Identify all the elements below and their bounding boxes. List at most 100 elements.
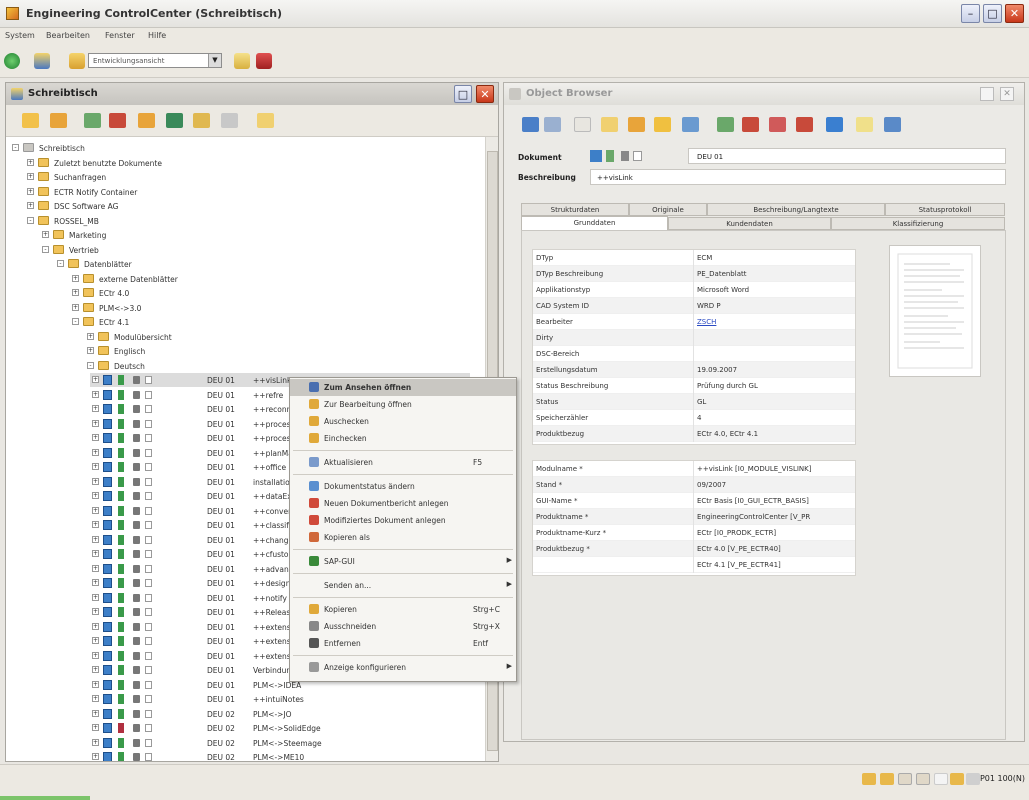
context-menu-item[interactable]: Neuen Dokumentbericht anlegen [290, 495, 516, 512]
expand-icon[interactable]: + [92, 593, 99, 601]
panel-restore-button[interactable] [980, 87, 994, 101]
document-new-icon[interactable] [769, 117, 786, 132]
collapse-icon[interactable]: - [57, 260, 64, 267]
folder-open-icon[interactable] [22, 113, 39, 128]
expand-icon[interactable]: + [92, 724, 99, 731]
grid-row[interactable]: GUI-Name * ECtr Basis [I0_GUI_ECTR_BASIS] [533, 493, 855, 509]
expand-icon[interactable]: + [92, 637, 99, 644]
grid-row[interactable]: Produktbezug ECtr 4.0, ECtr 4.1 [533, 426, 855, 442]
expand-icon[interactable]: + [27, 173, 34, 180]
context-menu-item[interactable]: Einchecken [290, 430, 516, 447]
cart-icon[interactable] [256, 53, 272, 69]
copy-icon[interactable] [717, 117, 734, 132]
grid-row[interactable]: Modulname * ++visLink [I0_MODULE_VISLINK] [533, 461, 855, 477]
panel-close-button[interactable]: ✕ [1000, 87, 1014, 101]
context-menu-item[interactable]: Kopieren Strg+C [290, 601, 516, 618]
expand-icon[interactable]: + [92, 709, 99, 717]
beschreibung-field[interactable]: ++visLink [590, 169, 1006, 185]
grid-row[interactable]: DTyp ECM [533, 250, 855, 266]
grid-row[interactable]: Produktname * EngineeringControlCenter [V… [533, 509, 855, 525]
menu-fenster[interactable]: Fenster [105, 31, 135, 40]
document-row[interactable]: + DEU 02 PLM<->ME10 [90, 750, 470, 761]
document-preview[interactable] [889, 245, 981, 377]
context-menu-item[interactable]: Zur Bearbeitung öffnen [290, 396, 516, 413]
refresh-icon[interactable] [4, 53, 20, 69]
grid-row[interactable]: Erstellungsdatum 19.09.2007 [533, 362, 855, 378]
grid-row[interactable]: Produktbezug * ECtr 4.0 [V_PE_ECTR40] [533, 541, 855, 557]
workspace-icon[interactable] [34, 53, 50, 69]
note-icon[interactable] [856, 117, 873, 132]
note-icon[interactable] [257, 113, 274, 128]
grid-value-link[interactable]: ZSCH [697, 318, 716, 326]
menu-system[interactable]: System [5, 31, 35, 40]
collapse-icon[interactable]: - [87, 361, 94, 369]
panel-restore-button[interactable]: □ [454, 85, 472, 103]
expand-icon[interactable]: + [92, 506, 99, 514]
context-menu-item[interactable]: Dokumentstatus ändern [290, 478, 516, 495]
expand-icon[interactable]: + [92, 492, 99, 499]
expand-icon[interactable]: + [92, 405, 99, 412]
grid-row[interactable]: DSC-Bereich [533, 346, 855, 362]
document-red-icon[interactable] [742, 117, 759, 132]
context-menu-item[interactable]: Aktualisieren F5 [290, 454, 516, 471]
menu-bearbeiten[interactable]: Bearbeiten [46, 31, 90, 40]
expand-icon[interactable]: + [92, 463, 99, 470]
tab-klassifizierung[interactable]: Klassifizierung [831, 217, 1005, 230]
tab-strukturdaten[interactable]: Strukturdaten [521, 203, 629, 216]
document-row[interactable]: + DEU 01 ++intuiNotes [90, 692, 470, 706]
expand-icon[interactable]: + [92, 419, 99, 427]
collapse-icon[interactable]: - [27, 216, 34, 224]
expand-icon[interactable]: + [72, 303, 79, 311]
expand-icon[interactable]: + [42, 231, 49, 238]
grid-row[interactable]: Produktname-Kurz * ECtr [I0_PRODK_ECTR] [533, 525, 855, 541]
expand-icon[interactable]: + [87, 332, 94, 340]
grid-row[interactable]: ECtr 4.1 [V_PE_ECTR41] [533, 557, 855, 573]
note-icon[interactable] [234, 53, 250, 69]
folder-edit-icon[interactable] [138, 113, 155, 128]
grid-row[interactable]: Speicherzähler 4 [533, 410, 855, 426]
maximize-button[interactable]: □ [983, 4, 1002, 23]
context-menu-item[interactable]: Ausschneiden Strg+X [290, 618, 516, 635]
page-icon[interactable] [574, 117, 591, 132]
sap-icon[interactable] [826, 117, 843, 132]
collapse-icon[interactable]: - [42, 245, 49, 253]
expand-icon[interactable]: + [92, 622, 99, 630]
expand-icon[interactable]: + [92, 695, 99, 702]
expand-icon[interactable]: + [92, 535, 99, 543]
expand-icon[interactable]: + [92, 521, 99, 528]
document-row[interactable]: + DEU 02 PLM<->SolidEdge [90, 721, 470, 735]
expand-icon[interactable]: + [92, 738, 99, 746]
document-row[interactable]: + DEU 02 PLM<->JO [90, 707, 470, 721]
sync-icon[interactable] [166, 113, 183, 128]
grid-row[interactable]: Dirty [533, 330, 855, 346]
expand-icon[interactable]: + [72, 274, 79, 282]
transfer-icon[interactable] [682, 117, 699, 132]
move-icon[interactable] [193, 113, 210, 128]
expand-icon[interactable]: + [92, 666, 99, 673]
window-icon[interactable] [884, 117, 901, 132]
context-menu-item[interactable]: Zum Ansehen öffnen [290, 379, 516, 396]
tab-statusprotokoll[interactable]: Statusprotokoll [885, 203, 1005, 216]
back-icon[interactable] [522, 117, 539, 132]
grid-row[interactable]: Applikationstyp Microsoft Word [533, 282, 855, 298]
tab-beschreibung-langtexte[interactable]: Beschreibung/Langtexte [707, 203, 885, 216]
grid-row[interactable]: DTyp Beschreibung PE_Datenblatt [533, 266, 855, 282]
grid-row[interactable]: Stand * 09/2007 [533, 477, 855, 493]
lock-icon[interactable] [654, 117, 671, 132]
grid-row[interactable]: Bearbeiter ZSCH [533, 314, 855, 330]
dokument-field[interactable]: DEU 01 [688, 148, 1006, 164]
view-select[interactable]: Entwicklungsansicht ▼ [88, 53, 222, 68]
copy-icon[interactable] [84, 113, 101, 128]
forward-icon[interactable] [544, 117, 561, 132]
panel-close-button[interactable]: ✕ [476, 85, 494, 103]
expand-icon[interactable]: + [92, 753, 99, 760]
expand-icon[interactable]: + [92, 477, 99, 485]
expand-icon[interactable]: + [92, 550, 99, 557]
context-menu-item[interactable]: Auschecken [290, 413, 516, 430]
collapse-icon[interactable]: - [12, 144, 19, 151]
view-icon[interactable] [69, 53, 85, 69]
expand-icon[interactable]: + [87, 347, 94, 354]
expand-icon[interactable]: + [92, 680, 99, 688]
expand-icon[interactable]: + [92, 564, 99, 572]
expand-icon[interactable]: + [27, 202, 34, 209]
